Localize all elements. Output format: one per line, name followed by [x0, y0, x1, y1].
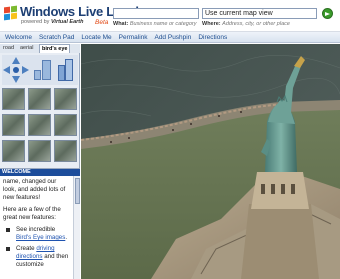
birds-eye-thumbnail[interactable] — [54, 88, 77, 110]
birds-eye-images-link[interactable]: Bird's Eye images — [16, 234, 65, 241]
header-bar: Windows Live Local powered by Virtual Ea… — [0, 0, 340, 32]
feature-list: See incredible Bird's Eye images. Create… — [3, 226, 71, 269]
birds-eye-thumbnail[interactable] — [2, 114, 25, 136]
menu-item-directions[interactable]: Directions — [198, 32, 227, 43]
beta-badge: Beta — [95, 19, 109, 26]
logo-powered-by: powered by Virtual Earth — [21, 19, 83, 25]
scrollbar-thumb[interactable] — [75, 178, 80, 204]
virtual-earth-text: Virtual Earth — [50, 19, 84, 25]
birds-eye-map-view[interactable] — [81, 44, 340, 279]
statue-of-liberty-aerial-image — [81, 44, 340, 279]
menu-item-permalink[interactable]: Permalink — [119, 32, 148, 43]
where-label: Where: Address, city, or other place — [202, 21, 290, 27]
where-label-hint: Address, city, or other place — [222, 21, 290, 27]
feature-text: . — [65, 234, 68, 241]
birds-eye-thumbnail[interactable] — [28, 114, 51, 136]
zoom-level-icon[interactable] — [34, 58, 52, 82]
what-label: What: Business name or category — [113, 21, 196, 27]
menu-bar: Welcome Scratch Pad Locate Me Permalink … — [0, 32, 340, 43]
tab-birds-eye[interactable]: bird's eye — [39, 44, 71, 53]
windows-flag-icon — [3, 5, 18, 21]
birds-eye-thumbnail[interactable] — [54, 114, 77, 136]
feature-item: See incredible Bird's Eye images. — [3, 226, 71, 242]
menu-item-welcome[interactable]: Welcome — [5, 32, 32, 43]
birds-eye-thumbnail[interactable] — [54, 140, 77, 162]
welcome-panel: WELCOME name, changed our look, and adde… — [0, 168, 80, 279]
tab-aerial[interactable]: aerial — [20, 45, 33, 51]
powered-by-text: powered by — [21, 19, 50, 25]
view-tabs: road aerial bird's eye — [0, 44, 80, 53]
pedestal-base — [241, 204, 319, 279]
welcome-lead: Here are a few of the great new features… — [3, 206, 61, 221]
birds-eye-thumbnail[interactable] — [28, 140, 51, 162]
welcome-intro: name, changed our look, and added lots o… — [3, 178, 66, 201]
navigation-controls — [2, 55, 78, 85]
menu-item-add-pushpin[interactable]: Add Pushpin — [154, 32, 191, 43]
what-label-bold: What: — [113, 21, 129, 27]
feature-text: Create — [16, 245, 35, 252]
compass-pan-icon[interactable] — [3, 57, 29, 83]
menu-item-locate-me[interactable]: Locate Me — [81, 32, 111, 43]
where-search-input[interactable]: Use current map view — [202, 8, 317, 19]
birds-eye-thumbnail[interactable] — [2, 88, 25, 110]
windows-live-local-logo[interactable]: Windows Live Local powered by Virtual Ea… — [3, 4, 139, 28]
birds-eye-thumbnail[interactable] — [2, 140, 25, 162]
left-panel: road aerial bird's eye WELCOME name, cha… — [0, 44, 80, 279]
welcome-panel-title: WELCOME — [0, 169, 80, 176]
welcome-panel-scrollbar[interactable] — [73, 176, 80, 279]
pedestal — [251, 172, 309, 209]
welcome-panel-body: name, changed our look, and added lots o… — [3, 178, 71, 272]
birds-eye-building-icon[interactable] — [56, 57, 76, 83]
tab-road[interactable]: road — [3, 45, 14, 51]
what-label-hint: Business name or category — [129, 21, 197, 27]
menu-item-scratch-pad[interactable]: Scratch Pad — [39, 32, 74, 43]
feature-text: See incredible — [16, 226, 56, 233]
search-go-button[interactable] — [322, 8, 333, 19]
feature-item: Create driving directions and then custo… — [3, 245, 71, 269]
birds-eye-thumbnail[interactable] — [28, 88, 51, 110]
where-label-bold: Where: — [202, 21, 221, 27]
what-search-input[interactable] — [113, 8, 199, 19]
